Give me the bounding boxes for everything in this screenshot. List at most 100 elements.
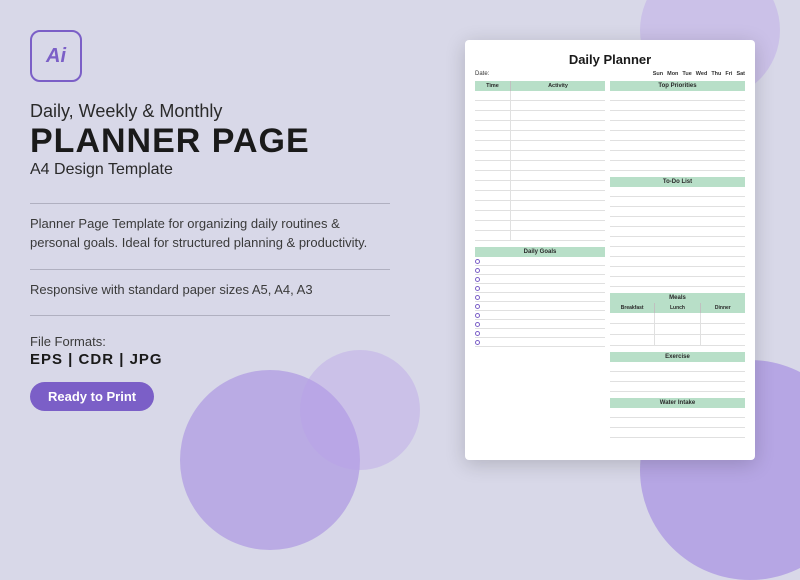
dinner-label: Dinner — [701, 303, 745, 313]
ready-to-print-button[interactable]: Ready to Print — [30, 382, 154, 411]
schedule-row — [475, 191, 605, 201]
schedule-row — [475, 151, 605, 161]
meals-cell — [655, 324, 700, 334]
goal-row — [475, 329, 605, 338]
divider-3 — [30, 315, 390, 316]
schedule-row — [475, 141, 605, 151]
schedule-row — [475, 181, 605, 191]
exercise-row — [610, 362, 745, 372]
meals-cell — [701, 324, 745, 334]
meals-sub-header: Breakfast Lunch Dinner — [610, 303, 745, 313]
todo-row — [610, 227, 745, 237]
planner-title: Daily Planner — [475, 52, 745, 67]
meals-cell — [610, 313, 655, 323]
priority-row — [610, 141, 745, 151]
todo-row — [610, 217, 745, 227]
priority-row — [610, 91, 745, 101]
priority-row — [610, 161, 745, 171]
planner-days: Sun Mon Tue Wed Thu Fri Sat — [653, 71, 745, 77]
description-2: Responsive with standard paper sizes A5,… — [30, 280, 390, 300]
day-sun: Sun — [653, 71, 663, 77]
file-formats-label: File Formats: — [30, 334, 390, 349]
schedule-header: Time Activity — [475, 81, 605, 91]
schedule-row — [475, 131, 605, 141]
day-sat: Sat — [736, 71, 745, 77]
goal-row — [475, 266, 605, 275]
todo-section: To-Do List — [610, 177, 745, 287]
right-panel: Daily Planner Date: Sun Mon Tue Wed Thu … — [420, 0, 800, 500]
lunch-label: Lunch — [655, 303, 700, 313]
exercise-rows — [610, 362, 745, 392]
priority-row — [610, 111, 745, 121]
goal-circle — [475, 322, 480, 327]
schedule-row — [475, 201, 605, 211]
goal-row — [475, 311, 605, 320]
todo-header: To-Do List — [610, 177, 745, 187]
goal-row — [475, 284, 605, 293]
todo-row — [610, 187, 745, 197]
water-row — [610, 408, 745, 418]
schedule-row — [475, 161, 605, 171]
goal-row — [475, 320, 605, 329]
goal-circle — [475, 295, 480, 300]
day-mon: Mon — [667, 71, 678, 77]
meals-section: Meals Breakfast Lunch Dinner — [610, 293, 745, 346]
meals-cell — [701, 313, 745, 323]
activity-header: Activity — [511, 81, 605, 91]
goal-row — [475, 275, 605, 284]
description-1: Planner Page Template for organizing dai… — [30, 214, 390, 253]
schedule-row — [475, 101, 605, 111]
meals-cell — [655, 313, 700, 323]
goal-circle — [475, 313, 480, 318]
goal-circle — [475, 304, 480, 309]
exercise-row — [610, 372, 745, 382]
exercise-header: Exercise — [610, 352, 745, 362]
date-label: Date: — [475, 71, 489, 77]
todo-row — [610, 237, 745, 247]
deco-circle-2 — [300, 350, 420, 470]
title-line2: PLANNER PAGE — [30, 123, 390, 160]
meals-row — [610, 335, 745, 346]
daily-goals-header: Daily Goals — [475, 247, 605, 257]
schedule-row — [475, 171, 605, 181]
schedule-row — [475, 221, 605, 231]
schedule-row — [475, 231, 605, 241]
goal-circle — [475, 331, 480, 336]
meals-cell — [655, 335, 700, 345]
planner-body: Time Activity — [475, 81, 745, 451]
meals-cell — [610, 335, 655, 345]
breakfast-label: Breakfast — [610, 303, 655, 313]
todo-row — [610, 197, 745, 207]
todo-row — [610, 207, 745, 217]
planner-left-col: Time Activity — [475, 81, 605, 451]
todo-row — [610, 247, 745, 257]
ai-logo-text: Ai — [46, 45, 66, 68]
top-priorities-section: Top Priorities — [610, 81, 745, 171]
meals-cell — [701, 335, 745, 345]
water-section: Water Intake — [610, 398, 745, 438]
goal-row — [475, 338, 605, 347]
schedule-row — [475, 91, 605, 101]
left-panel: Ai Daily, Weekly & Monthly PLANNER PAGE … — [0, 0, 420, 500]
priority-row — [610, 151, 745, 161]
goal-circle — [475, 286, 480, 291]
top-priorities-rows — [610, 91, 745, 171]
goal-row — [475, 302, 605, 311]
meals-row — [610, 324, 745, 335]
top-priorities-header: Top Priorities — [610, 81, 745, 91]
schedule-row — [475, 121, 605, 131]
goal-circle — [475, 277, 480, 282]
exercise-row — [610, 382, 745, 392]
priority-row — [610, 121, 745, 131]
daily-goals-section: Daily Goals — [475, 247, 605, 347]
meals-cell — [610, 324, 655, 334]
title-line1: Daily, Weekly & Monthly — [30, 100, 390, 123]
planner-date-row: Date: Sun Mon Tue Wed Thu Fri Sat — [475, 71, 745, 77]
exercise-section: Exercise — [610, 352, 745, 392]
goal-circle — [475, 340, 480, 345]
schedule-row — [475, 111, 605, 121]
priority-row — [610, 131, 745, 141]
day-thu: Thu — [711, 71, 721, 77]
title-section: Daily, Weekly & Monthly PLANNER PAGE A4 … — [30, 100, 390, 179]
todo-rows — [610, 187, 745, 287]
